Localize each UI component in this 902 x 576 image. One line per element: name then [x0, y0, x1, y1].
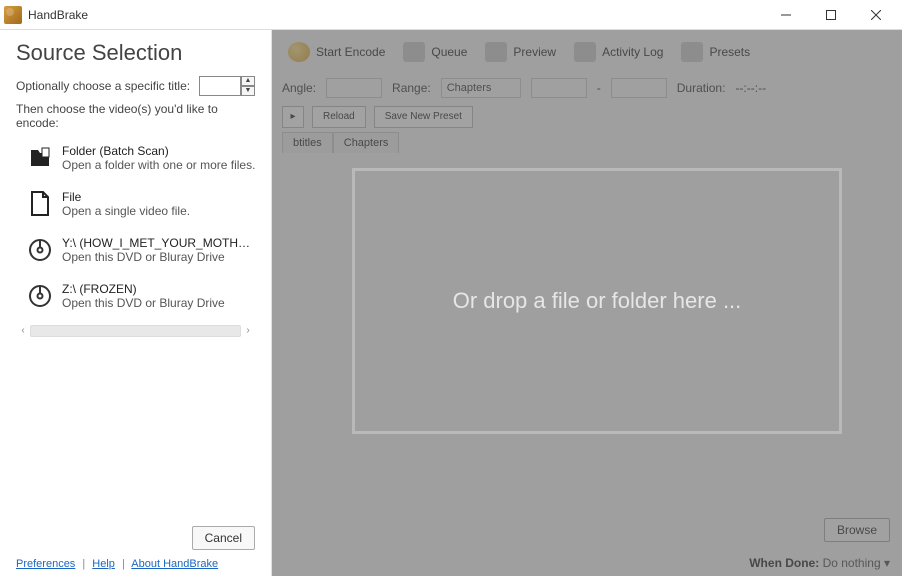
drop-zone[interactable]: Or drop a file or folder here ... — [352, 168, 842, 434]
title-spin-up[interactable]: ▲ — [241, 76, 255, 86]
window-title: HandBrake — [28, 8, 88, 22]
file-icon — [26, 190, 54, 218]
title-number-input[interactable] — [199, 76, 241, 96]
app-icon — [4, 6, 22, 24]
instruction-text: Then choose the video(s) you'd like to e… — [16, 102, 255, 130]
preferences-link[interactable]: Preferences — [16, 558, 75, 570]
scroll-track[interactable] — [30, 325, 241, 337]
minimize-button[interactable] — [763, 1, 808, 29]
option-title: Z:\ (FROZEN) — [62, 282, 225, 296]
option-subtitle: Open this DVD or Bluray Drive — [62, 250, 255, 264]
window-titlebar: HandBrake — [0, 0, 902, 30]
disc-icon — [26, 282, 54, 310]
drop-zone-message: Or drop a file or folder here ... — [453, 288, 742, 314]
option-title: Y:\ (HOW_I_MET_YOUR_MOTHER_S1_D — [62, 236, 255, 250]
footer-links: Preferences | Help | About HandBrake — [16, 558, 255, 570]
source-option-folder[interactable]: Folder (Batch Scan) Open a folder with o… — [16, 136, 255, 182]
title-selector-row: Optionally choose a specific title: ▲ ▼ — [16, 76, 255, 96]
main-area: Start Encode Queue Preview Activity Log … — [272, 30, 902, 576]
scroll-right-icon[interactable]: › — [241, 324, 255, 338]
close-button[interactable] — [853, 1, 898, 29]
scroll-left-icon[interactable]: ‹ — [16, 324, 30, 338]
title-spin-down[interactable]: ▼ — [241, 86, 255, 96]
minimize-icon — [781, 10, 791, 20]
source-option-drive-y[interactable]: Y:\ (HOW_I_MET_YOUR_MOTHER_S1_D Open thi… — [16, 228, 255, 274]
source-selection-panel: Source Selection Optionally choose a spe… — [0, 30, 272, 576]
option-title: Folder (Batch Scan) — [62, 144, 255, 158]
folder-icon — [26, 144, 54, 172]
source-option-file[interactable]: File Open a single video file. — [16, 182, 255, 228]
maximize-icon — [826, 10, 836, 20]
option-subtitle: Open a single video file. — [62, 204, 190, 218]
maximize-button[interactable] — [808, 1, 853, 29]
panel-heading: Source Selection — [16, 40, 255, 66]
help-link[interactable]: Help — [92, 558, 115, 570]
source-option-drive-z[interactable]: Z:\ (FROZEN) Open this DVD or Bluray Dri… — [16, 274, 255, 320]
cancel-button[interactable]: Cancel — [192, 526, 255, 550]
close-icon — [871, 10, 881, 20]
about-link[interactable]: About HandBrake — [131, 558, 218, 570]
horizontal-scrollbar[interactable]: ‹ › — [16, 324, 255, 338]
disc-icon — [26, 236, 54, 264]
option-subtitle: Open this DVD or Bluray Drive — [62, 296, 225, 310]
option-title: File — [62, 190, 190, 204]
option-subtitle: Open a folder with one or more files. — [62, 158, 255, 172]
title-selector-label: Optionally choose a specific title: — [16, 79, 190, 93]
